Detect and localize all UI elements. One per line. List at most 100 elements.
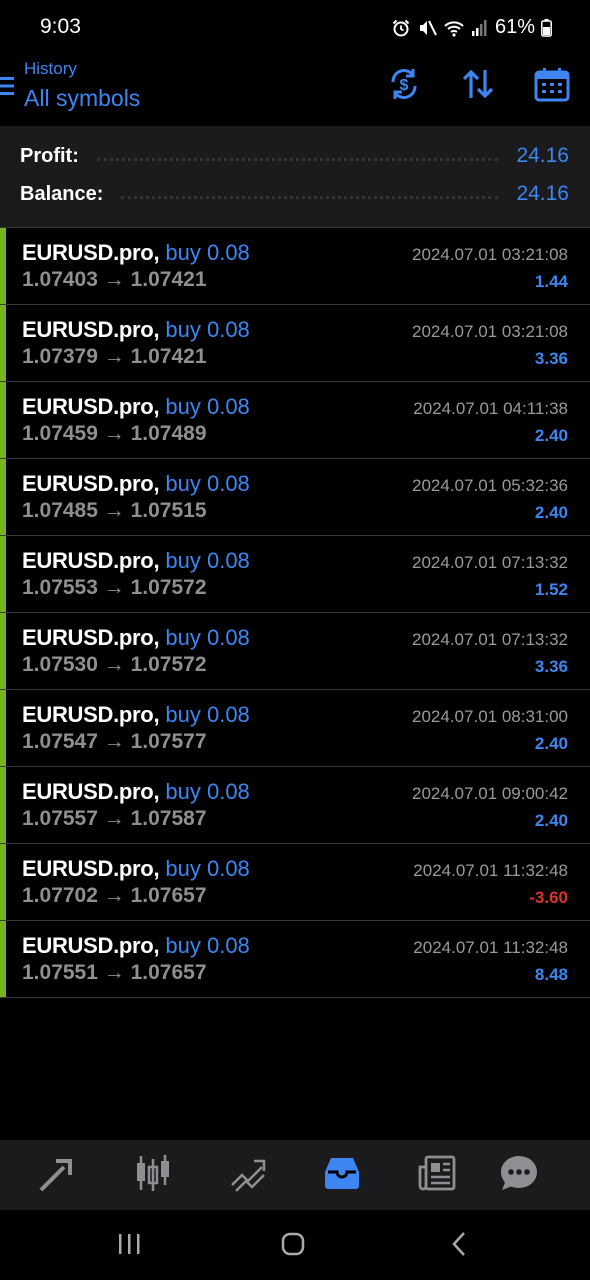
trade-row[interactable]: EURUSD.pro, buy 0.08 1.07530 → 1.07572 2… — [0, 613, 590, 690]
header-title[interactable]: All symbols — [24, 85, 140, 112]
status-bar: 9:03 61% — [0, 0, 590, 56]
home-button[interactable] — [278, 1232, 308, 1259]
open-price: 1.07553 — [22, 576, 98, 599]
trade-prices: 1.07702 → 1.07657 — [22, 884, 207, 908]
trade-side: buy 0.08 — [165, 317, 250, 342]
trade-title: EURUSD.pro, buy 0.08 — [22, 933, 250, 959]
close-price: 1.07515 — [130, 499, 207, 522]
chat-icon — [499, 1153, 539, 1198]
balance-value: 24.16 — [516, 182, 569, 205]
trade-prices: 1.07553 → 1.07572 — [22, 576, 207, 600]
trade-profit: -3.60 — [529, 888, 568, 907]
trade-title: EURUSD.pro, buy 0.08 — [22, 779, 250, 805]
arrow-icon: → — [103, 345, 125, 368]
chart-icon — [133, 1153, 173, 1198]
trade-row[interactable]: EURUSD.pro, buy 0.08 1.07547 → 1.07577 2… — [0, 690, 590, 767]
trade-symbol: EURUSD.pro, — [22, 471, 160, 496]
buy-indicator-bar — [0, 690, 6, 766]
battery-icon — [541, 18, 552, 37]
buy-indicator-bar — [0, 459, 6, 535]
close-price: 1.07421 — [130, 345, 207, 368]
trade-time: 2024.07.01 03:21:08 — [412, 245, 568, 264]
arrow-icon: → — [103, 422, 125, 445]
open-price: 1.07379 — [22, 345, 98, 368]
trade-prices: 1.07459 → 1.07489 — [22, 422, 207, 446]
app-header: History All symbols $ — [0, 56, 590, 126]
trade-title: EURUSD.pro, buy 0.08 — [22, 471, 250, 497]
trade-row[interactable]: EURUSD.pro, buy 0.08 1.07551 → 1.07657 2… — [0, 921, 590, 998]
date-range-button[interactable] — [532, 66, 572, 106]
nav-chart[interactable] — [131, 1153, 175, 1197]
nav-news[interactable] — [415, 1153, 459, 1197]
trade-side: buy 0.08 — [165, 240, 250, 265]
wifi-icon — [443, 18, 465, 38]
open-price: 1.07547 — [22, 730, 98, 753]
arrow-icon: → — [103, 653, 125, 676]
recent-apps-button[interactable] — [114, 1233, 144, 1259]
trade-symbol: EURUSD.pro, — [22, 240, 160, 265]
buy-indicator-bar — [0, 767, 6, 843]
trade-side: buy 0.08 — [165, 548, 250, 573]
trade-profit: 3.36 — [534, 349, 568, 368]
buy-indicator-bar — [0, 382, 6, 458]
close-price: 1.07572 — [130, 653, 207, 676]
nav-trade[interactable] — [226, 1153, 270, 1197]
trade-title: EURUSD.pro, buy 0.08 — [22, 240, 250, 266]
trade-row[interactable]: EURUSD.pro, buy 0.08 1.07379 → 1.07421 2… — [0, 305, 590, 382]
trade-prices: 1.07557 → 1.07587 — [22, 807, 207, 831]
deposit-button[interactable]: $ — [384, 66, 424, 106]
sort-arrows-icon — [460, 66, 496, 107]
quotes-icon — [38, 1153, 78, 1198]
trade-prices: 1.07551 → 1.07657 — [22, 961, 207, 985]
balance-row: Balance: 24.16 — [20, 179, 569, 209]
trade-time: 2024.07.01 03:21:08 — [412, 322, 568, 341]
trade-row[interactable]: EURUSD.pro, buy 0.08 1.07553 → 1.07572 2… — [0, 536, 590, 613]
trade-row[interactable]: EURUSD.pro, buy 0.08 1.07557 → 1.07587 2… — [0, 767, 590, 844]
trade-time: 2024.07.01 07:13:32 — [412, 553, 568, 572]
trade-profit: 3.36 — [534, 657, 568, 676]
nav-history[interactable] — [320, 1153, 364, 1197]
trade-symbol: EURUSD.pro, — [22, 856, 160, 881]
trade-profit: 2.40 — [534, 811, 568, 830]
trade-row[interactable]: EURUSD.pro, buy 0.08 1.07702 → 1.07657 2… — [0, 844, 590, 921]
alarm-icon — [391, 18, 411, 38]
sort-button[interactable] — [458, 66, 498, 106]
open-price: 1.07459 — [22, 422, 98, 445]
open-price: 1.07551 — [22, 961, 98, 984]
profit-value: 24.16 — [516, 144, 569, 167]
nav-chat[interactable] — [497, 1153, 541, 1197]
arrow-icon: → — [103, 499, 125, 522]
trade-title: EURUSD.pro, buy 0.08 — [22, 702, 250, 728]
trade-row[interactable]: EURUSD.pro, buy 0.08 1.07485 → 1.07515 2… — [0, 459, 590, 536]
trade-prices: 1.07530 → 1.07572 — [22, 653, 207, 677]
close-price: 1.07421 — [130, 268, 207, 291]
trade-side: buy 0.08 — [165, 471, 250, 496]
dotted-leader — [96, 157, 499, 161]
open-price: 1.07557 — [22, 807, 98, 830]
arrow-icon: → — [103, 730, 125, 753]
dotted-leader — [121, 195, 499, 199]
trade-row[interactable]: EURUSD.pro, buy 0.08 1.07403 → 1.07421 2… — [0, 228, 590, 305]
open-price: 1.07530 — [22, 653, 98, 676]
trade-time: 2024.07.01 05:32:36 — [412, 476, 568, 495]
trade-row[interactable]: EURUSD.pro, buy 0.08 1.07459 → 1.07489 2… — [0, 382, 590, 459]
back-icon — [449, 1231, 469, 1262]
arrow-icon: → — [103, 807, 125, 830]
trade-time: 2024.07.01 07:13:32 — [412, 630, 568, 649]
balance-label: Balance: — [20, 182, 104, 205]
battery-percent: 61% — [494, 16, 535, 38]
arrow-icon: → — [103, 961, 125, 984]
buy-indicator-bar — [0, 921, 6, 997]
buy-indicator-bar — [0, 536, 6, 612]
arrow-icon: → — [103, 884, 125, 907]
menu-icon[interactable] — [0, 73, 16, 104]
back-button[interactable] — [444, 1231, 474, 1262]
recent-apps-icon — [116, 1232, 142, 1261]
buy-indicator-bar — [0, 228, 6, 304]
trade-symbol: EURUSD.pro, — [22, 625, 160, 650]
trade-title: EURUSD.pro, buy 0.08 — [22, 625, 250, 651]
trade-side: buy 0.08 — [165, 779, 250, 804]
trade-title: EURUSD.pro, buy 0.08 — [22, 394, 250, 420]
nav-quotes[interactable] — [36, 1153, 80, 1197]
open-price: 1.07485 — [22, 499, 98, 522]
